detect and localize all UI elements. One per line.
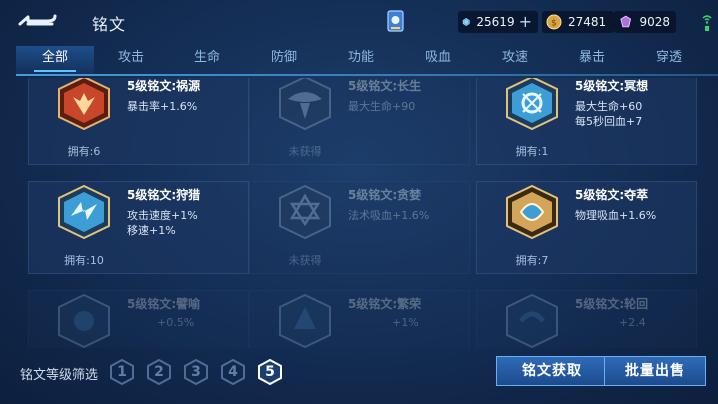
inscription-attribute: 每5秒回血+7 xyxy=(575,115,643,128)
inscription-emblem-icon xyxy=(279,293,331,348)
level-number: 4 xyxy=(228,364,238,380)
diamond-value: 25619 xyxy=(476,15,515,29)
inscription-emblem-icon xyxy=(58,293,110,348)
inscription-grid: 5级铭文:祸源 暴击率+1.6% 拥有:6 5级铭文:长生 最大生命+90 未获… xyxy=(20,78,698,348)
top-bar: 铭文 25619 + $ 27481 9028 xyxy=(0,0,718,44)
tab-lifesteal[interactable]: 吸血 xyxy=(399,46,477,74)
inscription-name: 5级铭文:轮回 xyxy=(575,297,649,311)
inscription-attribute: +1% xyxy=(392,316,419,329)
back-arrow-icon xyxy=(18,14,57,26)
owned-count: 拥有:6 xyxy=(67,145,101,158)
inscription-name: 5级铭文:长生 xyxy=(348,79,422,93)
level-number: 3 xyxy=(191,364,201,380)
owned-count: 拥有:1 xyxy=(515,145,549,158)
inscription-attribute: 移速+1% xyxy=(127,224,176,237)
inscription-emblem-icon xyxy=(279,78,331,131)
inscription-attribute: 最大生命+60 xyxy=(575,100,643,113)
tab-critical[interactable]: 暴击 xyxy=(553,46,631,74)
inscription-card[interactable]: 5级铭文:贪婪 法术吸血+1.6% 未获得 xyxy=(249,181,470,274)
inscription-attribute: 暴击率+1.6% xyxy=(127,100,198,113)
bottom-bar: 铭文等级筛选 1 2 3 4 5 铭文获取 批量出售 xyxy=(0,352,718,404)
level-filter-5[interactable]: 5 xyxy=(256,358,284,386)
inscription-card[interactable]: 5级铭文:夺萃 物理吸血+1.6% 拥有:7 xyxy=(476,181,697,274)
owned-status: 未获得 xyxy=(288,145,322,158)
diamond-icon xyxy=(462,18,470,26)
gem-balance: 9028 xyxy=(614,11,676,33)
level-filter-3[interactable]: 3 xyxy=(182,358,210,386)
gold-value: 27481 xyxy=(568,15,607,29)
bulk-sell-button[interactable]: 批量出售 xyxy=(604,356,706,386)
tab-divider xyxy=(16,74,718,76)
gem-value: 9028 xyxy=(639,15,670,29)
gem-icon xyxy=(620,15,632,28)
inscription-card[interactable]: 5级铭文:祸源 暴击率+1.6% 拥有:6 xyxy=(28,78,249,165)
inscription-name: 5级铭文:狩猎 xyxy=(127,188,201,202)
owned-count: 拥有:10 xyxy=(64,254,104,267)
inscription-attribute: 最大生命+90 xyxy=(348,100,416,113)
owned-status: 未获得 xyxy=(288,254,322,267)
level-filter-1[interactable]: 1 xyxy=(108,358,136,386)
level-number: 2 xyxy=(154,364,164,380)
level-filter-label: 铭文等级筛选 xyxy=(20,368,99,383)
inscription-attribute: 法术吸血+1.6% xyxy=(348,209,430,222)
inscription-emblem-icon xyxy=(506,184,558,240)
inscription-card[interactable]: 5级铭文:长生 最大生命+90 未获得 xyxy=(249,78,470,165)
inscription-emblem-icon xyxy=(506,293,558,348)
level-filter-4[interactable]: 4 xyxy=(219,358,247,386)
gold-coin-icon: $ xyxy=(546,14,562,30)
inscription-card[interactable]: 5级铭文:轮回 +2.4 xyxy=(476,290,697,348)
diamond-balance: 25619 + xyxy=(458,11,538,33)
inscription-name: 5级铭文:繁荣 xyxy=(348,297,422,311)
inscription-name: 5级铭文:譬喻 xyxy=(127,297,201,311)
inscription-emblem-icon xyxy=(279,184,331,240)
page-title: 铭文 xyxy=(92,15,127,34)
inscription-name: 5级铭文:夺萃 xyxy=(575,188,649,202)
event-card-icon[interactable] xyxy=(386,8,406,34)
inscription-card[interactable]: 5级铭文:狩猎 攻击速度+1% 移速+1% 拥有:10 xyxy=(28,181,249,274)
inscription-attribute: 攻击速度+1% xyxy=(127,209,198,222)
inscription-attribute: +2.4 xyxy=(619,316,646,329)
tab-function[interactable]: 功能 xyxy=(322,46,400,74)
inscription-name: 5级铭文:贪婪 xyxy=(348,188,422,202)
tab-attack-speed[interactable]: 攻速 xyxy=(476,46,554,74)
back-button[interactable] xyxy=(14,8,62,36)
inscription-card[interactable]: 5级铭文:冥想 最大生命+60 每5秒回血+7 拥有:1 xyxy=(476,78,697,165)
inscription-name: 5级铭文:冥想 xyxy=(575,79,649,93)
inscription-name: 5级铭文:祸源 xyxy=(127,79,201,93)
inscription-emblem-icon xyxy=(58,184,110,240)
owned-count: 拥有:7 xyxy=(515,254,549,267)
category-tabs: 全部 攻击 生命 防御 功能 吸血 攻速 暴击 穿透 xyxy=(16,46,718,74)
level-filter-2[interactable]: 2 xyxy=(145,358,173,386)
tab-defense[interactable]: 防御 xyxy=(245,46,323,74)
inscription-card[interactable]: 5级铭文:繁荣 +1% xyxy=(249,290,470,348)
svg-text:$: $ xyxy=(551,19,557,29)
tab-attack[interactable]: 攻击 xyxy=(92,46,170,74)
wifi-signal-icon xyxy=(702,15,712,31)
add-diamond-icon[interactable]: + xyxy=(519,14,532,30)
level-number: 5 xyxy=(265,364,275,380)
inscription-attribute: +0.5% xyxy=(157,316,195,329)
inscription-card[interactable]: 5级铭文:譬喻 +0.5% xyxy=(28,290,249,348)
gold-balance: $ 27481 xyxy=(542,11,614,33)
tab-health[interactable]: 生命 xyxy=(168,46,246,74)
inscription-emblem-icon xyxy=(506,78,558,131)
level-number: 1 xyxy=(117,364,127,380)
acquire-inscription-button[interactable]: 铭文获取 xyxy=(496,356,608,386)
tab-all[interactable]: 全部 xyxy=(16,46,94,74)
inscription-attribute: 物理吸血+1.6% xyxy=(575,209,657,222)
tab-penetration[interactable]: 穿透 xyxy=(630,46,708,74)
inscription-emblem-icon xyxy=(58,78,110,131)
